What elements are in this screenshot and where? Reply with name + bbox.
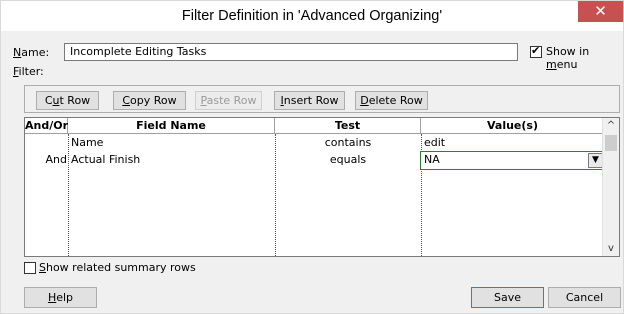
name-label: Name: [13,46,50,59]
chevron-down-icon: ▼ [592,155,599,165]
name-input[interactable]: Incomplete Editing Tasks [64,43,518,61]
filter-definition-dialog: Filter Definition in 'Advanced Organizin… [0,0,624,314]
cut-row-button[interactable]: Cut Row [36,91,99,110]
scroll-down-arrow-icon[interactable]: v [603,243,619,254]
row-1-and-or[interactable] [25,135,67,151]
show-related-summary-rows-label[interactable]: Show related summary rows [39,261,196,274]
delete-row-button[interactable]: Delete Row [355,91,428,110]
row-2-value-editor[interactable]: NA ▼ [420,151,605,170]
row-1-value[interactable]: edit [424,135,602,151]
value-dropdown-button[interactable]: ▼ [588,153,603,168]
paste-row-button[interactable]: Paste Row [195,91,262,110]
save-button[interactable]: Save [471,287,544,308]
show-related-summary-rows-checkbox[interactable] [24,262,36,274]
row-2-test[interactable]: equals [275,152,421,168]
filter-label: Filter: [13,65,44,78]
close-button[interactable]: ✕ [578,1,623,22]
header-values[interactable]: Value(s) [421,118,605,134]
scroll-thumb[interactable] [605,135,617,151]
row-2-field-name[interactable]: Actual Finish [71,152,271,168]
scroll-up-arrow-icon[interactable]: ^ [603,120,619,131]
row-1-test[interactable]: contains [275,135,421,151]
filter-criteria-grid[interactable]: And/Or Field Name Test Value(s) Name con… [24,117,620,257]
close-icon: ✕ [594,2,607,20]
copy-row-button[interactable]: Copy Row [113,91,186,110]
show-in-menu-checkbox[interactable] [530,44,542,58]
row-2-value[interactable]: NA [424,152,584,168]
insert-row-button[interactable]: Insert Row [274,91,345,110]
title-bar: Filter Definition in 'Advanced Organizin… [1,1,623,31]
row-2-and-or[interactable]: And [25,152,67,168]
header-test[interactable]: Test [275,118,421,134]
header-and-or[interactable]: And/Or [25,118,68,134]
column-divider [68,134,69,256]
row-1-field-name[interactable]: Name [71,135,271,151]
header-field-name[interactable]: Field Name [68,118,275,134]
help-button[interactable]: Help [24,287,97,308]
vertical-scrollbar[interactable]: ^ v [602,118,619,256]
cancel-button[interactable]: Cancel [548,287,621,308]
show-in-menu-label[interactable]: Show in menu [546,45,623,71]
window-title: Filter Definition in 'Advanced Organizin… [181,8,443,24]
